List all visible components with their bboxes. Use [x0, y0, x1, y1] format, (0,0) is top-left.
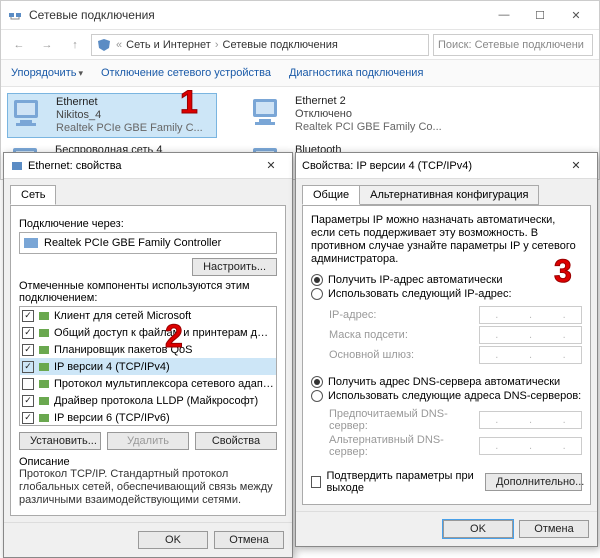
component-icon — [37, 326, 51, 340]
forward-button[interactable]: → — [35, 33, 59, 57]
up-button[interactable]: ↑ — [63, 33, 87, 57]
maximize-button[interactable]: ☐ — [523, 4, 557, 26]
connection-status: Отключено — [295, 108, 442, 121]
network-icon — [7, 7, 23, 23]
close-icon[interactable]: ✕ — [256, 156, 286, 176]
component-label: IP версии 4 (TCP/IPv4) — [54, 361, 274, 373]
nic-icon — [24, 236, 40, 250]
adapter-field: Realtek PCIe GBE Family Controller — [19, 232, 277, 254]
ok-button[interactable]: OK — [138, 531, 208, 549]
dns2-input: ... — [479, 437, 582, 455]
component-label: Драйвер протокола LLDP (Майкрософт) — [54, 395, 274, 407]
component-label: Клиент для сетей Microsoft — [54, 310, 274, 322]
ipv4-properties-dialog: Свойства: IP версии 4 (TCP/IPv4) ✕ Общие… — [295, 152, 598, 547]
component-item[interactable]: Протокол мультиплексора сетевого адаптер… — [20, 375, 276, 392]
gateway-input: ... — [479, 346, 582, 364]
radio-icon — [311, 376, 323, 388]
checkbox-icon[interactable]: ✓ — [22, 395, 34, 407]
connection-adapter: Realtek PCIe GBE Family C... — [56, 122, 203, 135]
checkbox-icon[interactable]: ✓ — [22, 344, 34, 356]
install-button[interactable]: Установить... — [19, 432, 101, 450]
back-button[interactable]: ← — [7, 33, 31, 57]
connection-item[interactable]: EthernetNikitos_4Realtek PCIe GBE Family… — [7, 93, 217, 138]
ip-manual-radio[interactable]: Использовать следующий IP-адрес: — [311, 288, 582, 300]
window-title: Сетевые подключения — [29, 8, 487, 22]
configure-button[interactable]: Настроить... — [192, 258, 277, 276]
component-item[interactable]: ✓ Общий доступ к файлам и принтерам для с… — [20, 324, 276, 341]
close-icon[interactable]: ✕ — [561, 156, 591, 176]
component-icon — [37, 394, 51, 408]
breadcrumb[interactable]: « Сеть и Интернет › Сетевые подключения — [91, 34, 429, 56]
component-item[interactable]: ✓ IP версии 4 (TCP/IPv4) — [20, 358, 276, 375]
tab-network[interactable]: Сеть — [10, 185, 56, 205]
connection-name: Ethernet — [56, 96, 203, 109]
connection-item[interactable]: Ethernet 2ОтключеноRealtek PCI GBE Famil… — [247, 93, 457, 138]
toolbar: Упорядочить▾ Отключение сетевого устройс… — [1, 59, 599, 87]
checkbox-icon[interactable]: ✓ — [22, 361, 34, 373]
component-icon — [37, 411, 51, 425]
checkbox-icon — [311, 476, 321, 488]
component-icon — [37, 360, 51, 374]
checkbox-icon[interactable]: ✓ — [22, 412, 34, 424]
component-icon — [37, 377, 51, 391]
properties-button[interactable]: Свойства — [195, 432, 277, 450]
ip-auto-radio[interactable]: Получить IP-адрес автоматически — [311, 274, 582, 286]
connection-name: Ethernet 2 — [295, 95, 442, 108]
organize-menu[interactable]: Упорядочить▾ — [11, 67, 83, 79]
components-list: ✓ Клиент для сетей Microsoft ✓ Общий доступ… — [19, 306, 277, 426]
ip-input: ... — [479, 306, 582, 324]
component-item[interactable]: ✓ Планировщик пакетов QoS — [20, 341, 276, 358]
component-icon — [37, 343, 51, 357]
component-label: Протокол мультиплексора сетевого адаптер… — [54, 378, 274, 390]
cancel-button[interactable]: Отмена — [214, 531, 284, 549]
intro-text: Параметры IP можно назначать автоматичес… — [311, 214, 582, 266]
properties-icon — [10, 159, 24, 173]
radio-icon — [311, 274, 323, 286]
advanced-button[interactable]: Дополнительно... — [485, 473, 582, 491]
close-button[interactable]: ✕ — [559, 4, 593, 26]
dns-auto-radio[interactable]: Получить адрес DNS-сервера автоматически — [311, 376, 582, 388]
connection-adapter: Realtek PCI GBE Family Co... — [295, 121, 442, 134]
description-text: Протокол TCP/IP. Стандартный протокол гл… — [19, 468, 277, 507]
component-label: IP версии 6 (TCP/IPv6) — [54, 412, 274, 424]
radio-icon — [311, 390, 323, 402]
component-item[interactable]: ✓ IP версии 6 (TCP/IPv6) — [20, 409, 276, 426]
component-item[interactable]: ✓ Клиент для сетей Microsoft — [20, 307, 276, 324]
component-item[interactable]: ✓ Драйвер протокола LLDP (Майкрософт) — [20, 392, 276, 409]
radio-icon — [311, 288, 323, 300]
component-label: Общий доступ к файлам и принтерам для се… — [54, 327, 274, 339]
description-title: Описание — [19, 456, 277, 468]
dialog-title: Свойства: IP версии 4 (TCP/IPv4) — [302, 160, 561, 172]
components-label: Отмеченные компоненты используются этим … — [19, 280, 277, 304]
mask-input: ... — [479, 326, 582, 344]
connect-via-label: Подключение через: — [19, 218, 277, 230]
tab-alternate[interactable]: Альтернативная конфигурация — [359, 185, 539, 205]
dns-manual-radio[interactable]: Использовать следующие адреса DNS-сервер… — [311, 390, 582, 402]
address-bar: ← → ↑ « Сеть и Интернет › Сетевые подклю… — [1, 29, 599, 59]
shield-icon — [96, 38, 112, 52]
component-label: Планировщик пакетов QoS — [54, 344, 274, 356]
checkbox-icon[interactable] — [22, 378, 34, 390]
disable-device[interactable]: Отключение сетевого устройства — [101, 67, 271, 79]
tab-general[interactable]: Общие — [302, 185, 360, 205]
cancel-button[interactable]: Отмена — [519, 520, 589, 538]
minimize-button[interactable]: — — [487, 4, 521, 26]
validate-checkbox[interactable]: Подтвердить параметры при выходе — [311, 470, 485, 494]
dns1-input: ... — [479, 411, 582, 429]
uninstall-button: Удалить — [107, 432, 189, 450]
checkbox-icon[interactable]: ✓ — [22, 310, 34, 322]
dialog-title: Ethernet: свойства — [28, 160, 256, 172]
component-icon — [37, 309, 51, 323]
ok-button[interactable]: OK — [443, 520, 513, 538]
checkbox-icon[interactable]: ✓ — [22, 327, 34, 339]
search-input[interactable]: Поиск: Сетевые подключени — [433, 34, 593, 56]
connection-status: Nikitos_4 — [56, 109, 203, 122]
diagnose-connection[interactable]: Диагностика подключения — [289, 67, 423, 79]
ethernet-properties-dialog: Ethernet: свойства ✕ Сеть Подключение че… — [3, 152, 293, 558]
titlebar: Сетевые подключения — ☐ ✕ — [1, 1, 599, 29]
